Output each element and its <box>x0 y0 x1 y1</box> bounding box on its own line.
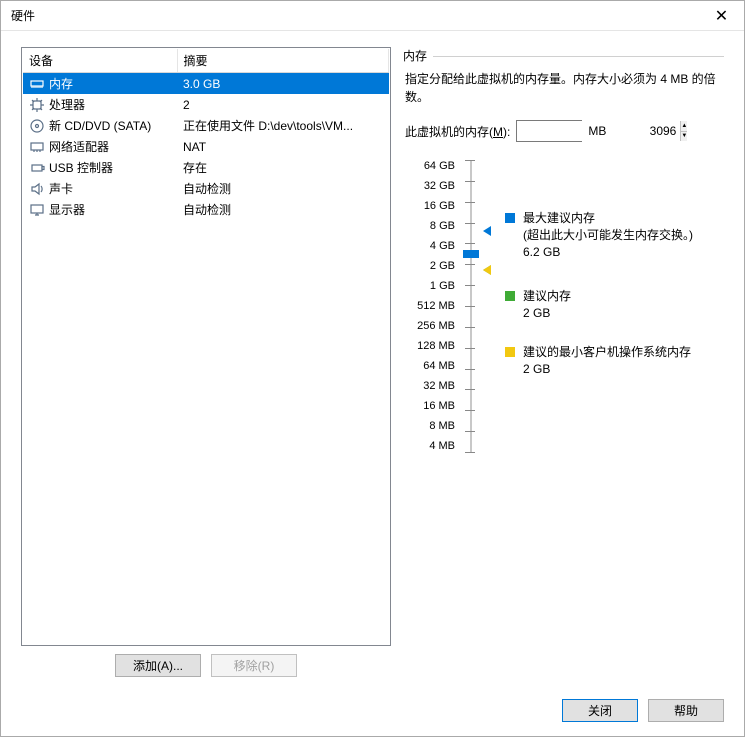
right-pane: 内存 指定分配给此虚拟机的内存量。内存大小必须为 4 MB 的倍数。 此虚拟机的… <box>403 47 724 677</box>
tick-mark <box>465 160 475 161</box>
tick-mark <box>465 410 475 411</box>
spin-down[interactable]: ▼ <box>681 131 687 142</box>
table-row[interactable]: 新 CD/DVD (SATA) 正在使用文件 D:\dev\tools\VM..… <box>23 115 389 136</box>
tick-mark <box>465 243 475 244</box>
tick-mark <box>465 285 475 286</box>
memory-slider-area: 64 GB32 GB16 GB8 GB4 GB2 GB1 GB512 MB256… <box>405 156 724 456</box>
device-summary: 2 <box>177 94 389 115</box>
table-row[interactable]: 显示器 自动检测 <box>23 199 389 220</box>
slider-thumb[interactable] <box>463 250 479 258</box>
legend-max: 最大建议内存 (超出此大小可能发生内存交换。) 6.2 GB <box>505 210 724 260</box>
spin-up[interactable]: ▲ <box>681 121 687 131</box>
tick-label: 8 GB <box>430 216 455 236</box>
square-icon <box>505 347 515 357</box>
tick-label: 4 MB <box>429 436 455 456</box>
tick-label: 16 GB <box>424 196 455 216</box>
table-row[interactable]: USB 控制器 存在 <box>23 157 389 178</box>
help-button[interactable]: 帮助 <box>648 699 724 722</box>
table-row[interactable]: 内存 3.0 GB <box>23 73 389 95</box>
memory-desc: 指定分配给此虚拟机的内存量。内存大小必须为 4 MB 的倍数。 <box>405 70 724 106</box>
tick-mark <box>465 306 475 307</box>
left-pane: 设备 摘要 内存 3.0 GB 处理器 2 新 CD/DVD (SATA) 正在… <box>21 47 391 677</box>
window-close-button[interactable]: ✕ <box>699 1 744 31</box>
marker-min <box>483 265 491 275</box>
memory-slider[interactable] <box>461 156 481 456</box>
tick-mark <box>465 327 475 328</box>
table-row[interactable]: 声卡 自动检测 <box>23 178 389 199</box>
sound-icon <box>29 181 45 197</box>
add-button[interactable]: 添加(A)... <box>115 654 201 677</box>
tick-mark <box>465 181 475 182</box>
tick-label: 32 GB <box>424 176 455 196</box>
usb-icon <box>29 160 45 176</box>
tick-label: 2 GB <box>430 256 455 276</box>
memory-unit: MB <box>588 124 606 138</box>
device-summary: NAT <box>177 136 389 157</box>
slider-tick-labels: 64 GB32 GB16 GB8 GB4 GB2 GB1 GB512 MB256… <box>405 156 461 456</box>
tick-mark <box>465 369 475 370</box>
close-button[interactable]: 关闭 <box>562 699 638 722</box>
tick-mark <box>465 452 475 453</box>
tick-mark <box>465 431 475 432</box>
table-row[interactable]: 网络适配器 NAT <box>23 136 389 157</box>
col-summary[interactable]: 摘要 <box>177 49 389 73</box>
legend-min: 建议的最小客户机操作系统内存 2 GB <box>505 344 724 378</box>
col-device[interactable]: 设备 <box>23 49 177 73</box>
window-title: 硬件 <box>11 7 35 24</box>
tick-label: 8 MB <box>429 416 455 436</box>
tick-label: 512 MB <box>417 296 455 316</box>
tick-mark <box>465 389 475 390</box>
tick-label: 32 MB <box>423 376 455 396</box>
memory-spinner[interactable]: ▲ ▼ <box>516 120 582 142</box>
memory-group-header: 内存 <box>403 47 724 64</box>
titlebar: 硬件 ✕ <box>1 1 744 31</box>
disc-icon <box>29 118 45 134</box>
memory-legend: 最大建议内存 (超出此大小可能发生内存交换。) 6.2 GB 建议内存 2 GB <box>505 156 724 456</box>
tick-label: 128 MB <box>417 336 455 356</box>
device-summary: 存在 <box>177 157 389 178</box>
left-button-row: 添加(A)... 移除(R) <box>21 654 391 677</box>
tick-mark <box>465 348 475 349</box>
tick-mark <box>465 264 475 265</box>
remove-button: 移除(R) <box>211 654 297 677</box>
memory-input-row: 此虚拟机的内存(M): ▲ ▼ MB <box>405 120 724 142</box>
hardware-settings-window: 硬件 ✕ 设备 摘要 内存 3.0 GB <box>0 0 745 737</box>
square-icon <box>505 213 515 223</box>
tick-label: 64 MB <box>423 356 455 376</box>
spinner-buttons: ▲ ▼ <box>680 121 687 141</box>
tick-label: 4 GB <box>430 236 455 256</box>
marker-max <box>483 226 491 236</box>
legend-rec: 建议内存 2 GB <box>505 288 724 322</box>
tick-label: 256 MB <box>417 316 455 336</box>
device-summary: 自动检测 <box>177 178 389 199</box>
display-icon <box>29 202 45 218</box>
content-area: 设备 摘要 内存 3.0 GB 处理器 2 新 CD/DVD (SATA) 正在… <box>1 31 744 689</box>
tick-label: 1 GB <box>430 276 455 296</box>
table-row[interactable]: 处理器 2 <box>23 94 389 115</box>
device-name: 内存 <box>49 75 73 92</box>
square-icon <box>505 291 515 301</box>
dialog-footer: 关闭 帮助 <box>1 689 744 736</box>
memory-icon <box>29 76 45 92</box>
device-summary: 正在使用文件 D:\dev\tools\VM... <box>177 115 389 136</box>
device-table: 设备 摘要 内存 3.0 GB 处理器 2 新 CD/DVD (SATA) 正在… <box>23 49 389 220</box>
device-list-box: 设备 摘要 内存 3.0 GB 处理器 2 新 CD/DVD (SATA) 正在… <box>21 47 391 646</box>
device-name: 新 CD/DVD (SATA) <box>49 117 151 134</box>
tick-mark <box>465 202 475 203</box>
tick-label: 64 GB <box>424 156 455 176</box>
tick-mark <box>465 223 475 224</box>
device-name: USB 控制器 <box>49 159 113 176</box>
device-name: 显示器 <box>49 201 85 218</box>
nic-icon <box>29 139 45 155</box>
tick-label: 16 MB <box>423 396 455 416</box>
device-name: 处理器 <box>49 96 85 113</box>
device-name: 声卡 <box>49 180 73 197</box>
device-name: 网络适配器 <box>49 138 109 155</box>
cpu-icon <box>29 97 45 113</box>
device-summary: 3.0 GB <box>177 73 389 95</box>
memory-input-label: 此虚拟机的内存(M): <box>405 123 510 140</box>
device-summary: 自动检测 <box>177 199 389 220</box>
